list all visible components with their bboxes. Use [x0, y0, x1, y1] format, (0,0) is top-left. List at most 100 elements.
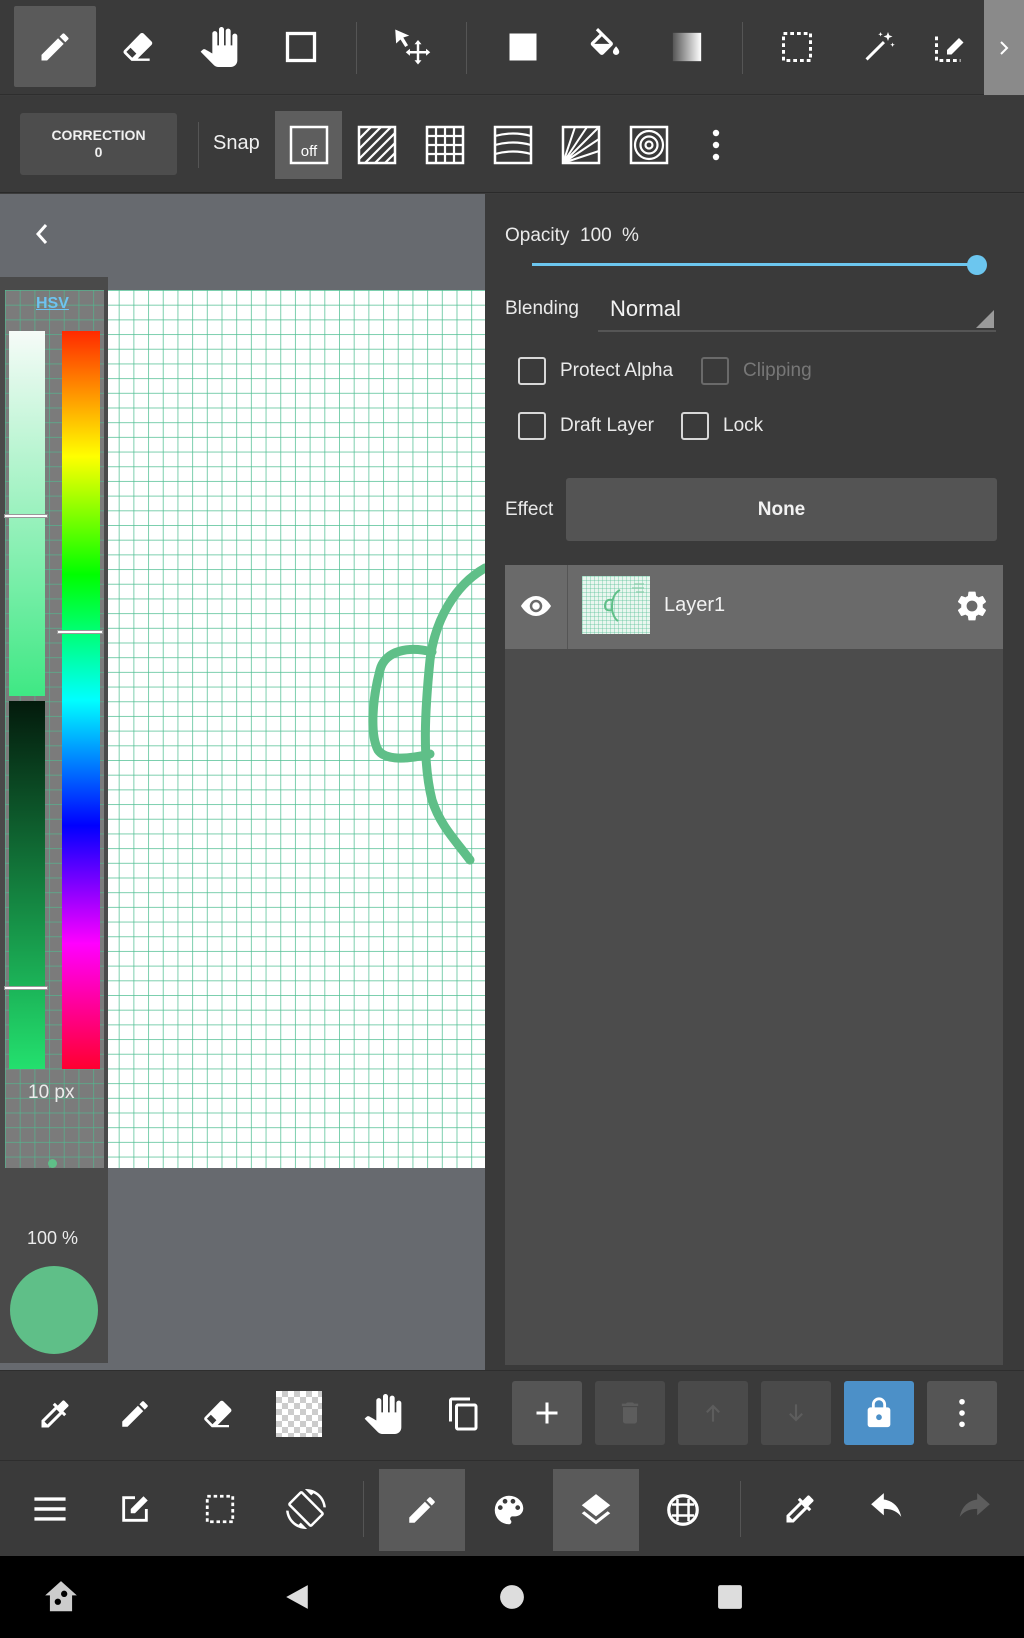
snap-grid-button[interactable] — [411, 111, 478, 179]
opacity-label: Opacity — [505, 225, 570, 246]
move-layer-up-button[interactable] — [678, 1381, 748, 1445]
correction-button[interactable]: CORRECTION 0 — [20, 113, 177, 175]
quick-pen-button[interactable] — [100, 1379, 170, 1449]
more-vert-icon — [712, 129, 720, 161]
rotate-canvas-button[interactable] — [266, 1469, 346, 1549]
delete-layer-button[interactable] — [595, 1381, 665, 1445]
selection-button[interactable] — [180, 1469, 260, 1549]
marquee-select-icon — [205, 1494, 235, 1524]
hue-slider[interactable] — [62, 331, 100, 1069]
lock-layer-button[interactable] — [844, 1381, 914, 1445]
blending-select[interactable]: Normal — [598, 290, 996, 332]
gradient-tool-button[interactable] — [646, 6, 728, 87]
brush-tab[interactable] — [379, 1469, 465, 1551]
layer-more-button[interactable] — [927, 1381, 997, 1445]
screen-rotation-icon — [286, 1489, 326, 1529]
opacity-unit: % — [622, 225, 639, 246]
recents-nav-button[interactable] — [705, 1572, 755, 1622]
bucket-tool-button[interactable] — [564, 6, 646, 87]
redo-button[interactable] — [934, 1469, 1014, 1549]
layer-name: Layer1 — [664, 594, 726, 616]
protect-alpha-checkbox[interactable] — [518, 357, 546, 385]
layer-settings-button[interactable] — [950, 584, 994, 628]
rectangle-tool-button[interactable] — [260, 6, 342, 87]
hsv-mode-link[interactable]: HSV — [36, 295, 69, 313]
select-rect-tool-button[interactable] — [756, 6, 838, 87]
clipping-checkbox[interactable] — [701, 357, 729, 385]
effect-value: None — [757, 498, 806, 520]
snap-parallel-button[interactable] — [343, 111, 410, 179]
saturation-marker[interactable] — [4, 514, 48, 518]
canvas-action-bar — [0, 1370, 1024, 1460]
magic-wand-icon — [865, 31, 895, 60]
hand-tool-button[interactable] — [178, 6, 260, 87]
magic-wand-tool-button[interactable] — [838, 6, 920, 87]
lock-icon — [867, 1397, 891, 1428]
snap-circle-button[interactable] — [615, 111, 682, 179]
snap-radial-button[interactable] — [547, 111, 614, 179]
quick-hand-button[interactable] — [348, 1379, 418, 1449]
correction-label: CORRECTION — [51, 127, 146, 143]
lock-checkbox[interactable] — [681, 412, 709, 440]
menu-button[interactable] — [10, 1469, 90, 1549]
move-layer-down-button[interactable] — [761, 1381, 831, 1445]
current-color-swatch[interactable] — [10, 1266, 98, 1354]
layers-icon — [581, 1494, 611, 1525]
assistant-button[interactable] — [36, 1572, 86, 1622]
eyedropper-icon — [41, 1400, 69, 1428]
grid-icon — [425, 125, 464, 165]
back-nav-button[interactable] — [272, 1572, 322, 1622]
parallel-lines-icon — [357, 125, 396, 165]
move-tool-button[interactable] — [370, 6, 452, 87]
transparent-color-button[interactable] — [264, 1379, 334, 1449]
layers-tab[interactable] — [553, 1469, 639, 1551]
snap-more-button[interactable] — [690, 111, 742, 179]
undo-button[interactable] — [847, 1469, 927, 1549]
eraser-tool-button[interactable] — [96, 6, 178, 87]
quick-eraser-button[interactable] — [182, 1379, 252, 1449]
arrow-up-icon — [706, 1404, 720, 1422]
drawn-stroke — [368, 563, 485, 865]
color-tab[interactable] — [466, 1469, 552, 1551]
effect-button[interactable]: None — [566, 478, 997, 541]
effect-label: Effect — [505, 499, 554, 520]
eyedropper-tab-button[interactable] — [760, 1469, 840, 1549]
chevron-left-icon — [35, 224, 48, 244]
value-marker[interactable] — [4, 986, 48, 990]
brush-size-label: 10 px — [28, 1082, 75, 1103]
eyedropper-button[interactable] — [20, 1379, 90, 1449]
copy-button[interactable] — [429, 1379, 499, 1449]
eraser-icon — [123, 32, 153, 61]
snap-off-button[interactable]: off — [275, 111, 342, 179]
lock-label: Lock — [723, 415, 764, 436]
material-tab[interactable] — [640, 1469, 726, 1551]
move-icon — [395, 29, 431, 64]
eraser-icon — [204, 1400, 232, 1428]
hamburger-menu-icon — [34, 1497, 66, 1521]
opacity-slider-thumb[interactable] — [967, 255, 987, 275]
home-nav-button[interactable] — [487, 1572, 537, 1622]
opacity-slider-track[interactable] — [532, 263, 977, 266]
collapse-panel-button[interactable] — [20, 212, 64, 256]
edit-button[interactable] — [95, 1469, 175, 1549]
redo-icon — [959, 1493, 990, 1517]
select-pen-tool-button[interactable] — [920, 6, 980, 87]
toolbar-scroll-right-button[interactable] — [984, 0, 1024, 95]
hue-marker[interactable] — [57, 630, 103, 634]
pen-tool-button[interactable] — [14, 6, 96, 87]
dropdown-corner-icon — [976, 310, 994, 328]
android-navigation-bar — [0, 1556, 1024, 1638]
rectangle-icon — [285, 31, 317, 62]
arrow-down-icon — [789, 1404, 803, 1422]
fill-tool-button[interactable] — [482, 6, 564, 87]
draft-layer-checkbox[interactable] — [518, 412, 546, 440]
layer-row[interactable] — [505, 565, 1003, 649]
toolbar-divider — [742, 22, 743, 74]
curved-lines-icon — [493, 125, 532, 165]
add-layer-button[interactable] — [512, 1381, 582, 1445]
plus-icon — [536, 1402, 558, 1424]
toolbar-divider — [356, 22, 357, 74]
value-slider[interactable] — [9, 701, 45, 1069]
snap-curve-button[interactable] — [479, 111, 546, 179]
layer-visibility-toggle[interactable] — [512, 585, 560, 627]
